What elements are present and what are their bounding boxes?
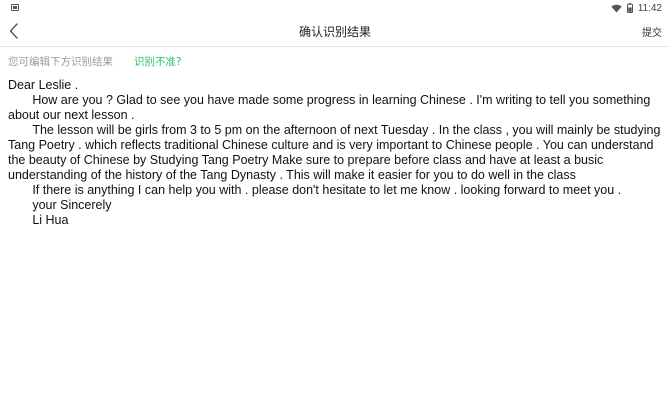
submit-button[interactable]: 提交 [642, 24, 662, 39]
status-bar: 11:42 [0, 0, 670, 16]
status-right: 11:42 [611, 1, 662, 15]
edit-hint-text: 您可编辑下方识别结果 [8, 56, 113, 68]
wifi-icon [611, 4, 622, 13]
hint-row: 您可编辑下方识别结果 识别不准? [0, 46, 670, 74]
top-bar: 确认识别结果 提交 [0, 16, 670, 46]
image-icon [11, 4, 19, 11]
battery-icon [626, 3, 633, 13]
recognition-result-textarea[interactable]: Dear Leslie . How are you ? Glad to see … [8, 78, 662, 398]
status-time: 11:42 [637, 2, 662, 14]
inaccurate-recognition-link[interactable]: 识别不准? [134, 54, 182, 69]
page-title: 确认识别结果 [298, 25, 371, 39]
